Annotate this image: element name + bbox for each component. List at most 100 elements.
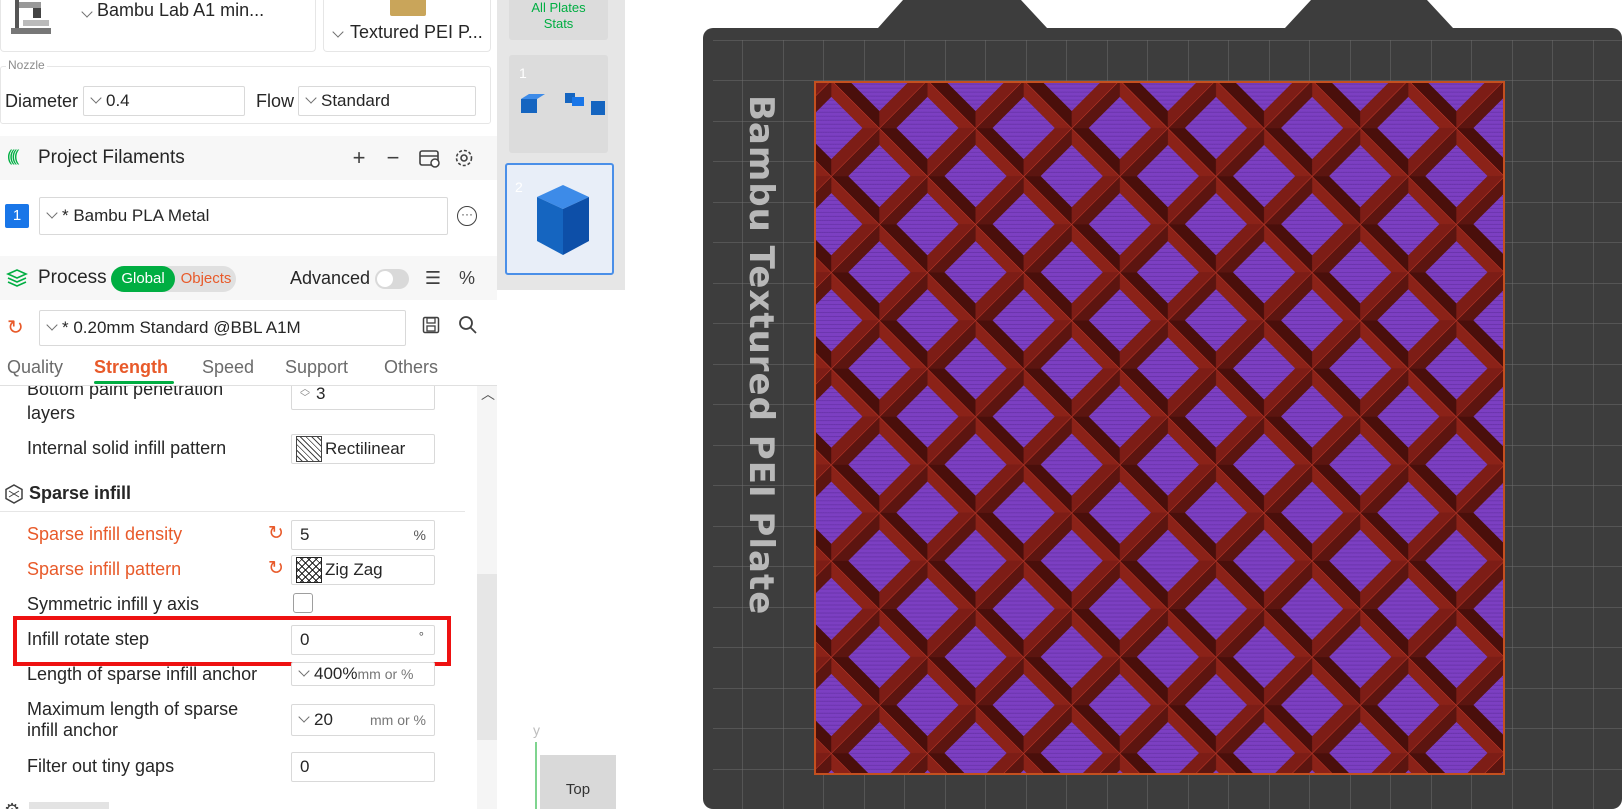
max-anchor-select[interactable]: 20 mm or % <box>291 704 435 736</box>
symmetric-label: Symmetric infill y axis <box>27 594 200 614</box>
layers-icon <box>6 268 28 293</box>
3d-viewport[interactable]: Bambu Textured PEI Plate <box>625 0 1622 809</box>
tab-speed[interactable]: Speed <box>202 357 254 378</box>
more-options-icon[interactable]: ··· <box>457 206 477 226</box>
all-plates-stats-button[interactable]: All Plates Stats <box>509 0 608 40</box>
pattern-reset-icon[interactable]: ↻ <box>268 557 284 580</box>
zigzag-pattern-icon <box>296 557 322 583</box>
reset-arrow-icon[interactable]: ↻ <box>7 315 24 340</box>
process-title: Process <box>38 267 107 288</box>
rectilinear-pattern-icon <box>296 436 322 462</box>
tab-support[interactable]: Support <box>285 357 348 378</box>
advanced-switch-knob <box>377 271 393 287</box>
nozzle-group: Nozzle Diameter 0.4 Flow Standard <box>0 58 491 124</box>
density-input[interactable]: 5 % <box>291 520 435 550</box>
bed-tabs <box>878 0 1453 28</box>
scroll-up-icon[interactable]: ︿ <box>481 386 495 404</box>
next-section-icon: ⚙ <box>4 800 20 809</box>
sparse-infill-header: Sparse infill <box>0 482 465 512</box>
toggle-objects[interactable]: Objects <box>177 266 235 292</box>
compare-percent-icon[interactable]: % <box>455 266 479 290</box>
symmetric-checkbox[interactable] <box>293 593 313 613</box>
tab-quality[interactable]: Quality <box>7 357 63 378</box>
search-icon[interactable] <box>458 315 478 340</box>
advanced-label: Advanced <box>290 268 371 288</box>
filament-icon: (((( <box>7 148 19 165</box>
chevron-down-icon <box>81 6 93 18</box>
tiny-gaps-label: Filter out tiny gaps <box>27 756 175 776</box>
filament-settings-gear-icon[interactable] <box>452 146 476 170</box>
anchor-select[interactable]: 400% mm or % <box>291 662 435 686</box>
max-anchor-value: 20 <box>314 710 333 729</box>
sparse-infill-hex-icon <box>4 484 24 509</box>
global-objects-toggle[interactable]: Global Objects <box>111 266 236 292</box>
filament-sync-icon[interactable] <box>418 146 442 170</box>
toggle-global[interactable]: Global <box>111 266 175 292</box>
stats-line1: All Plates <box>531 0 586 15</box>
infill-lattice <box>816 83 1503 773</box>
preset-name: * 0.20mm Standard @BBL A1M <box>62 318 301 337</box>
chevron-down-icon <box>46 207 58 219</box>
flow-select[interactable]: Standard <box>298 86 476 116</box>
max-anchor-unit: mm or % <box>370 712 426 728</box>
filaments-title: Project Filaments <box>38 147 185 168</box>
filament-index-badge[interactable]: 1 <box>5 204 29 228</box>
bottom-paint-label-2: layers <box>27 403 76 423</box>
tab-others[interactable]: Others <box>384 357 438 378</box>
max-anchor-label-1: Maximum length of sparse <box>27 699 239 719</box>
bottom-paint-stepper[interactable]: ︿ ﹀ 3 <box>291 386 435 410</box>
anchor-label: Length of sparse infill anchor <box>27 664 258 684</box>
printer-card[interactable]: Bambu Lab A1 min... <box>0 0 316 52</box>
process-header: Process Global Objects Advanced ☰ % <box>0 256 497 300</box>
list-view-icon[interactable]: ☰ <box>421 266 445 290</box>
highlight-box <box>13 616 451 666</box>
plate-thumbnail <box>390 0 426 16</box>
chevron-down-icon <box>90 92 102 104</box>
chevron-down-icon <box>305 92 317 104</box>
bottom-paint-value: 3 <box>316 386 326 403</box>
anchor-value: 400% <box>314 664 358 683</box>
tiny-gaps-input[interactable]: 0 <box>291 752 435 782</box>
internal-solid-select[interactable]: Rectilinear <box>291 434 435 464</box>
density-reset-icon[interactable]: ↻ <box>268 522 284 545</box>
filament-name: * Bambu PLA Metal <box>62 206 210 225</box>
chevron-down-icon <box>298 665 310 677</box>
pattern-label: Sparse infill pattern <box>27 559 182 579</box>
chevron-down-icon <box>298 711 310 723</box>
stats-line2: Stats <box>543 16 574 31</box>
plate-type-card[interactable]: Textured PEI P... <box>323 0 491 52</box>
anchor-unit: mm or % <box>357 666 414 682</box>
pattern-select[interactable]: Zig Zag <box>291 555 435 585</box>
plate-1-objects-icon <box>521 93 605 115</box>
max-anchor-label-2: infill anchor <box>27 720 119 740</box>
active-tab-underline <box>94 381 174 384</box>
filament-row: 1 * Bambu PLA Metal ··· <box>0 194 497 238</box>
add-filament-icon[interactable]: + <box>347 145 371 170</box>
bottom-paint-label-1: Bottom paint penetration <box>27 386 224 399</box>
plate-name-label: Bambu Textured PEI Plate <box>741 95 781 616</box>
internal-solid-label: Internal solid infill pattern <box>27 438 227 458</box>
filament-select[interactable]: * Bambu PLA Metal <box>39 197 448 235</box>
density-value: 5 <box>300 525 310 544</box>
advanced-switch[interactable] <box>375 269 409 289</box>
settings-scrollbar-track[interactable]: ︿ <box>477 386 497 809</box>
settings-scrollbar-thumb[interactable] <box>477 574 497 740</box>
process-preset-select[interactable]: * 0.20mm Standard @BBL A1M <box>39 310 406 346</box>
plate-type-name: Textured PEI P... <box>350 22 483 42</box>
save-preset-icon[interactable] <box>422 316 440 339</box>
diameter-select[interactable]: 0.4 <box>83 86 245 116</box>
settings-sidebar: Bambu Lab A1 min... Textured PEI P... No… <box>0 0 497 809</box>
internal-solid-value: Rectilinear <box>325 439 406 458</box>
remove-filament-icon[interactable]: − <box>381 145 405 170</box>
view-cube-label: Top <box>565 781 591 798</box>
plate-1-thumbnail[interactable]: 1 <box>509 55 608 153</box>
view-cube-top[interactable]: Top <box>540 755 616 809</box>
stepper-arrows-icon[interactable]: ︿ ﹀ <box>300 386 310 404</box>
diameter-value: 0.4 <box>106 91 130 110</box>
plate-2-thumbnail[interactable]: 2 <box>505 163 614 275</box>
diameter-label: Diameter <box>5 91 79 111</box>
next-section-stub <box>29 802 109 809</box>
nozzle-section-label: Nozzle <box>6 58 47 72</box>
tab-strength[interactable]: Strength <box>94 357 168 378</box>
chevron-down-icon <box>46 319 58 331</box>
